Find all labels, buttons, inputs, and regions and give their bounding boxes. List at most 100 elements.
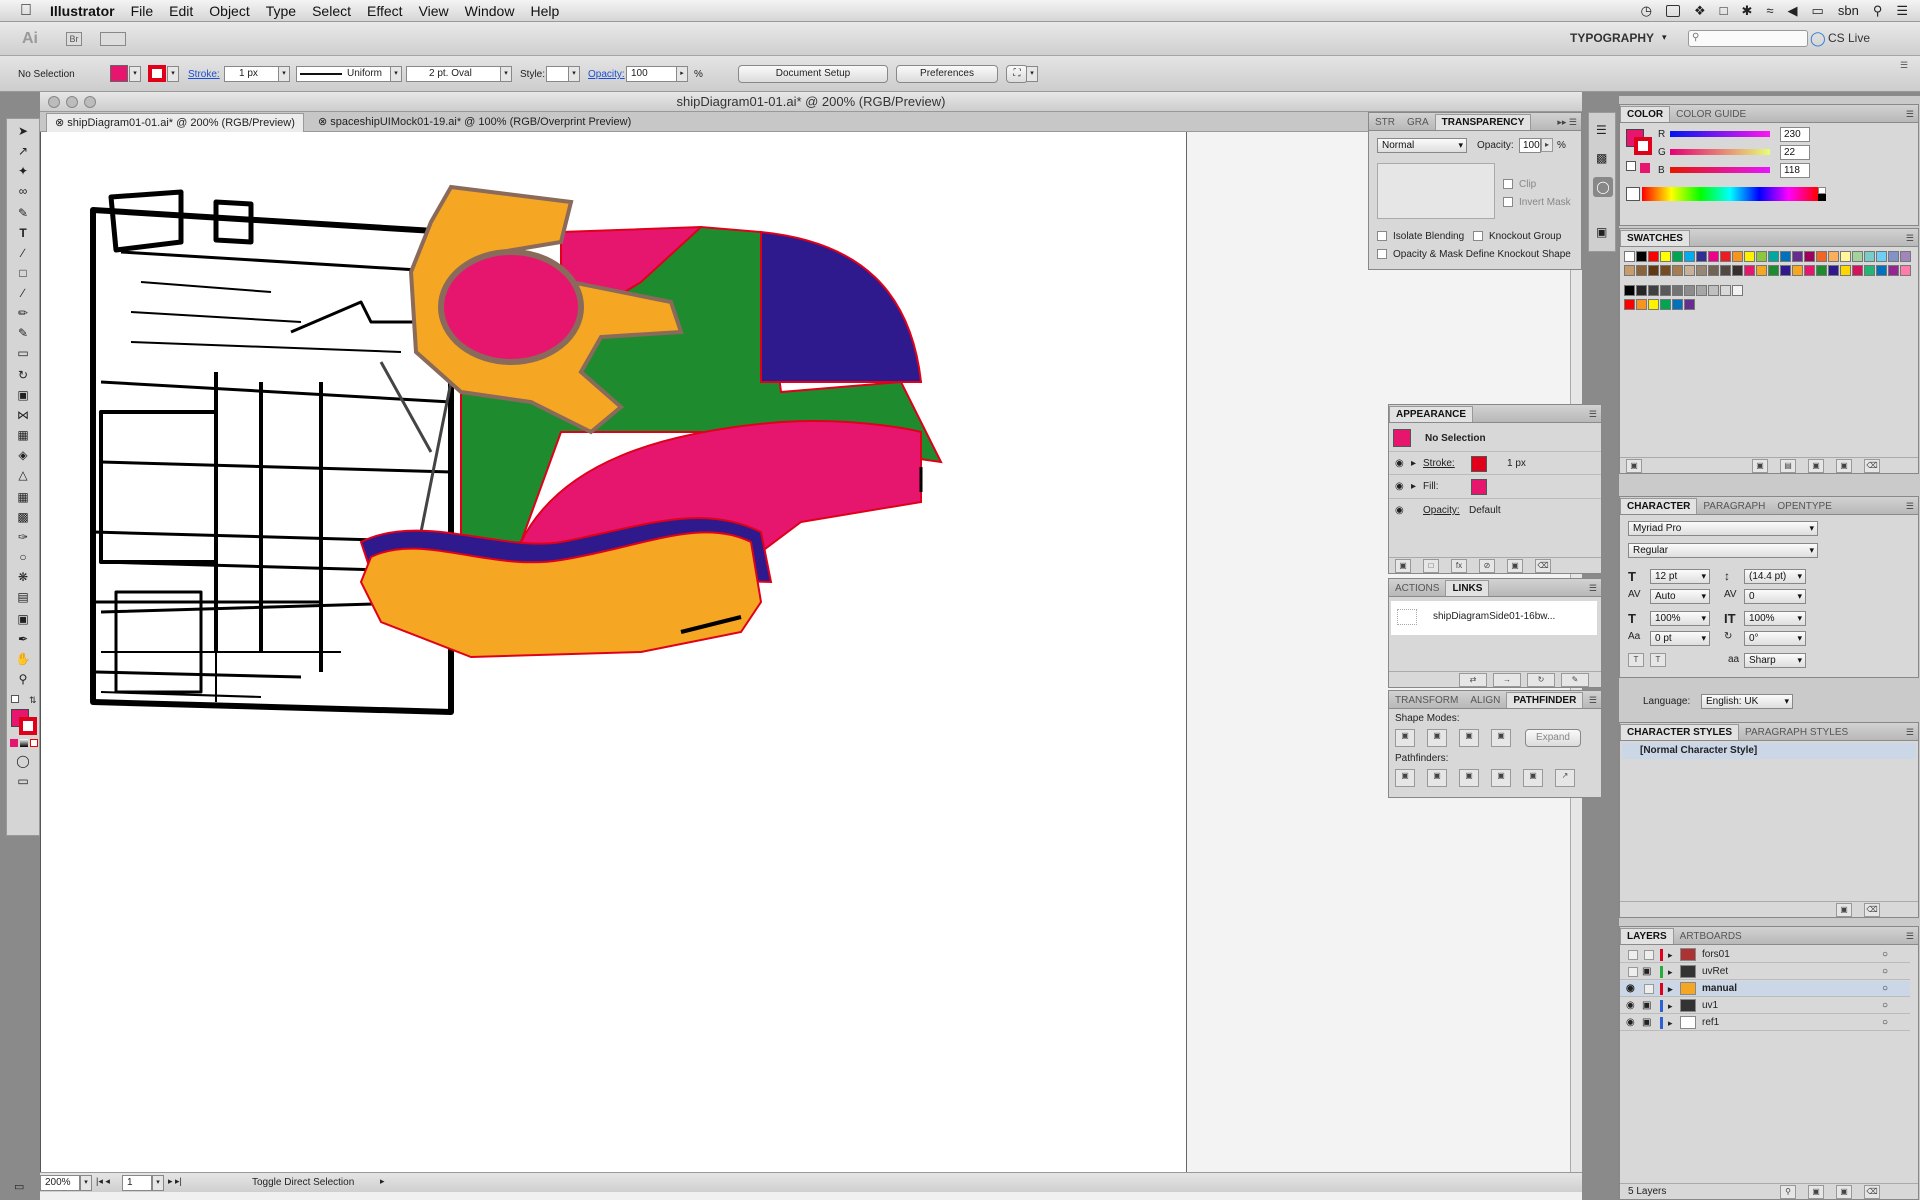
tab-spaceship-ui[interactable]: ⊗ spaceshipUIMock01-19.ai* @ 100% (RGB/O… — [310, 113, 700, 132]
tab-artboards[interactable]: ARTBOARDS — [1674, 929, 1748, 944]
swatch[interactable] — [1804, 265, 1815, 276]
artboard-number-field[interactable]: 1 — [122, 1175, 152, 1191]
swatch[interactable] — [1828, 265, 1839, 276]
exclude-icon[interactable]: ▣ — [1491, 729, 1511, 747]
status-text[interactable]: Toggle Direct Selection — [252, 1177, 354, 1188]
rotate-tool-icon[interactable]: ↻ — [15, 367, 31, 383]
visibility-eye-icon[interactable]: ◉ — [1395, 505, 1404, 516]
fill-color-swatch[interactable] — [1471, 479, 1487, 495]
hand-tool-icon[interactable]: ✋ — [15, 651, 31, 667]
swatch-libraries-icon[interactable]: ▣ — [1626, 459, 1642, 473]
graphic-style-swatch[interactable] — [546, 66, 570, 82]
add-fill-icon[interactable]: □ — [1423, 559, 1439, 573]
layer-row[interactable]: ◉ ▣ ▸ uv1 ○ — [1620, 998, 1910, 1014]
tab-paragraph[interactable]: PARAGRAPH — [1697, 499, 1771, 514]
pencil-tool-icon[interactable]: ✏ — [15, 305, 31, 321]
app-menu[interactable]: Illustrator — [42, 3, 123, 19]
red-slider[interactable] — [1670, 131, 1770, 137]
artboard-dropdown[interactable]: ▾ — [152, 1175, 164, 1191]
add-stroke-icon[interactable]: ▣ — [1395, 559, 1411, 573]
new-layer-icon[interactable]: ▣ — [1836, 1185, 1852, 1199]
swatch[interactable] — [1660, 299, 1671, 310]
swatch[interactable] — [1708, 285, 1719, 296]
fill-swatch[interactable] — [110, 65, 128, 82]
tab-appearance[interactable]: APPEARANCE — [1389, 406, 1474, 422]
swatch[interactable] — [1648, 285, 1659, 296]
swatch[interactable] — [1816, 265, 1827, 276]
workspace-switcher[interactable]: TYPOGRAPHY — [1570, 31, 1654, 45]
go-to-link-icon[interactable]: → — [1493, 673, 1521, 687]
swatch[interactable] — [1744, 265, 1755, 276]
tab-opentype[interactable]: OPENTYPE — [1771, 499, 1837, 514]
first-artboard-icon[interactable]: |◂ ◂ — [96, 1176, 110, 1187]
eraser-tool-icon[interactable]: ▭ — [15, 345, 31, 361]
swatch[interactable] — [1672, 265, 1683, 276]
small-caps-icon[interactable]: T — [1650, 653, 1666, 667]
gradient-mode-icon[interactable] — [20, 739, 28, 747]
invert-mask-checkbox[interactable]: Invert Mask — [1503, 197, 1571, 208]
make-clipping-mask-icon[interactable]: ▣ — [1808, 1185, 1824, 1199]
green-slider[interactable] — [1670, 149, 1770, 155]
intersect-icon[interactable]: ▣ — [1459, 729, 1479, 747]
swatch[interactable] — [1708, 251, 1719, 262]
swatch[interactable] — [1648, 251, 1659, 262]
web-safe-icon[interactable] — [1640, 163, 1650, 173]
link-list-item[interactable]: shipDiagramSide01-16bw... — [1391, 601, 1597, 635]
swatch[interactable] — [1672, 251, 1683, 262]
opacity-mask-checkbox[interactable]: Opacity & Mask Define Knockout Shape — [1377, 249, 1571, 260]
rectangle-tool-icon[interactable]: □ — [15, 265, 31, 281]
visibility-toggle[interactable] — [1628, 950, 1638, 960]
menu-effect[interactable]: Effect — [359, 3, 411, 19]
swatch[interactable] — [1672, 285, 1683, 296]
opacity-label[interactable]: Opacity: — [1423, 505, 1460, 516]
shape-builder-tool-icon[interactable]: ◈ — [15, 447, 31, 463]
bluetooth-icon[interactable]: ✱ — [1742, 3, 1753, 19]
new-color-group-icon[interactable]: ▣ — [1808, 459, 1824, 473]
language-select[interactable]: English: UK — [1701, 694, 1793, 709]
tab-swatches[interactable]: SWATCHES — [1620, 230, 1690, 246]
eyedropper-tool-icon[interactable]: ✑ — [15, 529, 31, 545]
swatch[interactable] — [1780, 265, 1791, 276]
layer-name[interactable]: uv1 — [1702, 998, 1718, 1014]
tab-gradient[interactable]: GRA — [1401, 115, 1435, 130]
fill-row[interactable]: ◉ ▸ Fill: — [1389, 475, 1601, 499]
menu-edit[interactable]: Edit — [161, 3, 201, 19]
swatch[interactable] — [1696, 251, 1707, 262]
status-menu-icon[interactable]: ▸ — [380, 1176, 385, 1187]
swatch[interactable] — [1684, 251, 1695, 262]
locate-object-icon[interactable]: ⚲ — [1780, 1185, 1796, 1199]
perspective-grid-tool-icon[interactable]: △ — [15, 467, 31, 483]
tab-color-guide[interactable]: COLOR GUIDE — [1670, 107, 1752, 122]
panel-menu-icon[interactable]: ▸▸ ☰ — [1553, 115, 1581, 130]
minus-back-icon[interactable]: ↗ — [1555, 769, 1575, 787]
swatch[interactable] — [1636, 299, 1647, 310]
layer-row-selected[interactable]: ◉ ▸ manual ○ — [1620, 981, 1910, 997]
menu-select[interactable]: Select — [304, 3, 359, 19]
close-window-button[interactable] — [48, 96, 60, 108]
swatch[interactable] — [1624, 265, 1635, 276]
expand-triangle-icon[interactable]: ▸ — [1411, 458, 1416, 469]
stroke-color-swatch[interactable] — [1471, 456, 1487, 472]
isolate-dropdown[interactable]: ▾ — [1026, 66, 1038, 82]
relink-icon[interactable]: ⇄ — [1459, 673, 1487, 687]
character-rotation-field[interactable]: 0° — [1744, 631, 1806, 646]
lock-toggle[interactable] — [1644, 984, 1654, 994]
menu-file[interactable]: File — [123, 3, 162, 19]
swatch[interactable] — [1732, 285, 1743, 296]
visibility-eye-icon[interactable]: ◉ — [1395, 481, 1404, 492]
target-circle-icon[interactable]: ○ — [1882, 998, 1888, 1014]
antialias-select[interactable]: Sharp — [1744, 653, 1806, 668]
tab-stroke[interactable]: STR — [1369, 115, 1401, 130]
target-circle-icon[interactable]: ○ — [1882, 1015, 1888, 1031]
swatch[interactable] — [1684, 299, 1695, 310]
stroke-weight-dropdown[interactable]: ▾ — [278, 66, 290, 82]
swatch[interactable] — [1732, 251, 1743, 262]
panel-menu-icon[interactable]: ☰ — [1902, 107, 1918, 122]
paintbrush-tool-icon[interactable]: ∕ — [15, 285, 31, 301]
swap-colors-icon[interactable]: ⇅ — [29, 695, 37, 706]
panel-menu-icon[interactable]: ☰ — [1902, 725, 1918, 740]
horizontal-scale-field[interactable]: 100% — [1744, 611, 1806, 626]
dropbox-icon[interactable]: ❖ — [1694, 3, 1706, 19]
color-mode-icon[interactable] — [10, 739, 18, 747]
swatch[interactable] — [1660, 285, 1671, 296]
